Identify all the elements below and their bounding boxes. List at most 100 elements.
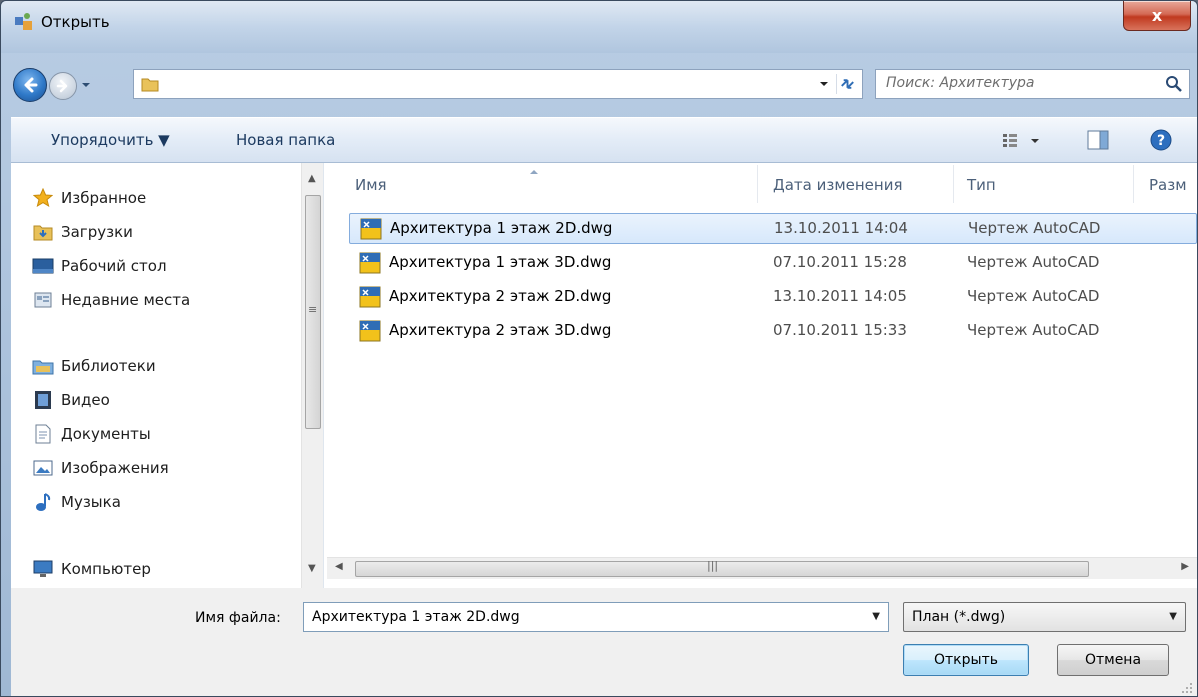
horizontal-scrollbar[interactable]: ◀ ||| ▶ <box>327 557 1197 579</box>
column-date-modified[interactable]: Дата изменения <box>773 176 903 194</box>
sidebar-item-music[interactable]: Музыка <box>31 489 121 515</box>
file-name: Архитектура 2 этаж 3D.dwg <box>389 321 612 339</box>
file-date: 13.10.2011 14:04 <box>774 219 908 237</box>
column-size[interactable]: Разм <box>1149 176 1187 194</box>
filename-value[interactable]: Архитектура 1 этаж 2D.dwg <box>312 609 520 625</box>
filename-label: Имя файла: <box>195 610 281 626</box>
navigation-pane: Избранное Загрузки Рабочий стол Недавние… <box>11 163 301 588</box>
column-divider[interactable] <box>1133 165 1134 203</box>
video-icon <box>31 389 55 411</box>
address-bar[interactable] <box>133 69 863 99</box>
back-button[interactable] <box>13 68 47 102</box>
recent-places-icon <box>31 289 55 311</box>
folder-icon <box>141 78 159 92</box>
file-date: 07.10.2011 15:33 <box>773 321 907 339</box>
filetype-dropdown-icon[interactable]: ▼ <box>1169 611 1177 622</box>
organize-button[interactable]: Упорядочить ▼ <box>51 131 170 149</box>
cancel-button[interactable]: Отмена <box>1057 644 1169 676</box>
navigation-bar: Поиск: Архитектура <box>1 63 1197 105</box>
open-button-label: Открыть <box>934 652 998 668</box>
sidebar-item-recent-places[interactable]: Недавние места <box>31 287 190 313</box>
sort-ascending-icon <box>530 170 538 174</box>
dwg-file-icon <box>359 286 381 308</box>
sidebar-item-label: Музыка <box>61 493 121 511</box>
music-icon <box>31 491 55 513</box>
filename-dropdown-icon[interactable]: ▼ <box>872 611 880 622</box>
file-name: Архитектура 2 этаж 2D.dwg <box>389 287 612 305</box>
window-title: Открыть <box>41 13 110 31</box>
search-box[interactable]: Поиск: Архитектура <box>875 69 1190 99</box>
forward-button[interactable] <box>49 72 77 100</box>
sidebar-item-video[interactable]: Видео <box>31 387 110 413</box>
sidebar-item-label: Рабочий стол <box>61 257 167 275</box>
scrollbar-thumb[interactable] <box>355 561 1089 577</box>
new-folder-button[interactable]: Новая папка <box>236 131 335 149</box>
file-name: Архитектура 1 этаж 3D.dwg <box>389 253 612 271</box>
file-row[interactable]: Архитектура 1 этаж 2D.dwg 13.10.2011 14:… <box>349 213 1197 244</box>
sidebar-item-favorites[interactable]: Избранное <box>31 185 146 211</box>
pictures-icon <box>31 457 55 479</box>
column-type[interactable]: Тип <box>967 176 996 194</box>
cancel-button-label: Отмена <box>1084 652 1142 668</box>
sidebar-item-desktop[interactable]: Рабочий стол <box>31 253 167 279</box>
sidebar-item-label: Библиотеки <box>61 357 156 375</box>
sidebar-item-label: Компьютер <box>61 560 151 578</box>
open-file-dialog: Открыть x Поиск: Архитектура Упорядочить… <box>0 0 1198 697</box>
navigation-pane-scrollbar[interactable]: ▲ ≡ ▼ <box>301 163 323 588</box>
svg-text:?: ? <box>1157 133 1165 149</box>
filetype-select[interactable]: План (*.dwg) ▼ <box>903 602 1186 632</box>
file-date: 13.10.2011 14:05 <box>773 287 907 305</box>
file-row[interactable]: Архитектура 2 этаж 3D.dwg 07.10.2011 15:… <box>349 316 1197 347</box>
file-row[interactable]: Архитектура 2 этаж 2D.dwg 13.10.2011 14:… <box>349 282 1197 313</box>
app-icon <box>15 13 32 30</box>
open-button[interactable]: Открыть <box>903 644 1029 676</box>
arrow-left-icon <box>24 77 38 93</box>
sidebar-item-computer[interactable]: Компьютер <box>31 556 151 582</box>
downloads-folder-icon <box>31 221 55 243</box>
column-divider[interactable] <box>757 165 758 203</box>
scroll-left-icon[interactable]: ◀ <box>335 561 343 572</box>
computer-icon <box>31 558 55 580</box>
file-list: Имя Дата изменения Тип Разм Архитектура … <box>327 163 1197 588</box>
star-icon <box>31 187 55 209</box>
arrow-right-icon <box>56 79 68 93</box>
sidebar-item-libraries[interactable]: Библиотеки <box>31 353 156 379</box>
sidebar-item-label: Видео <box>61 391 110 409</box>
dwg-file-icon <box>359 252 381 274</box>
scrollbar-grip-icon: ≡ <box>308 303 318 316</box>
close-button[interactable]: x <box>1123 1 1191 31</box>
search-input[interactable]: Поиск: Архитектура <box>886 75 1035 91</box>
sidebar-item-label: Документы <box>61 425 151 443</box>
file-row[interactable]: Архитектура 1 этаж 3D.dwg 07.10.2011 15:… <box>349 248 1197 279</box>
file-type: Чертеж AutoCAD <box>968 219 1101 237</box>
preview-pane-icon[interactable] <box>1087 130 1109 150</box>
content-area: Избранное Загрузки Рабочий стол Недавние… <box>11 163 1197 588</box>
search-icon[interactable] <box>1165 75 1183 93</box>
column-divider[interactable] <box>953 165 954 203</box>
history-dropdown-icon[interactable] <box>80 79 92 91</box>
file-type: Чертеж AutoCAD <box>967 321 1100 339</box>
scrollbar-grip-icon: ||| <box>707 559 719 572</box>
scroll-right-icon[interactable]: ▶ <box>1181 561 1189 572</box>
filename-input[interactable]: Архитектура 1 этаж 2D.dwg ▼ <box>303 602 889 632</box>
dialog-footer: Имя файла: Архитектура 1 этаж 2D.dwg ▼ П… <box>11 588 1197 696</box>
column-name[interactable]: Имя <box>355 176 387 194</box>
command-bar: Упорядочить ▼ Новая папка ? <box>11 117 1197 163</box>
sidebar-item-downloads[interactable]: Загрузки <box>31 219 133 245</box>
close-icon: x <box>1151 6 1163 25</box>
resize-grip-icon[interactable] <box>1181 682 1193 694</box>
documents-icon <box>31 423 55 445</box>
refresh-icon[interactable] <box>836 74 858 94</box>
sidebar-item-label: Изображения <box>61 459 169 477</box>
sidebar-item-pictures[interactable]: Изображения <box>31 455 169 481</box>
sidebar-item-documents[interactable]: Документы <box>31 421 151 447</box>
help-icon[interactable]: ? <box>1149 128 1173 152</box>
file-date: 07.10.2011 15:28 <box>773 253 907 271</box>
title-bar[interactable]: Открыть x <box>1 1 1197 53</box>
desktop-icon <box>31 255 55 277</box>
address-dropdown-icon[interactable] <box>816 76 832 92</box>
view-options-icon[interactable] <box>1001 130 1045 152</box>
column-header: Имя Дата изменения Тип Разм <box>327 163 1197 203</box>
scroll-up-icon[interactable]: ▲ <box>308 173 316 184</box>
scroll-down-icon[interactable]: ▼ <box>308 563 316 574</box>
